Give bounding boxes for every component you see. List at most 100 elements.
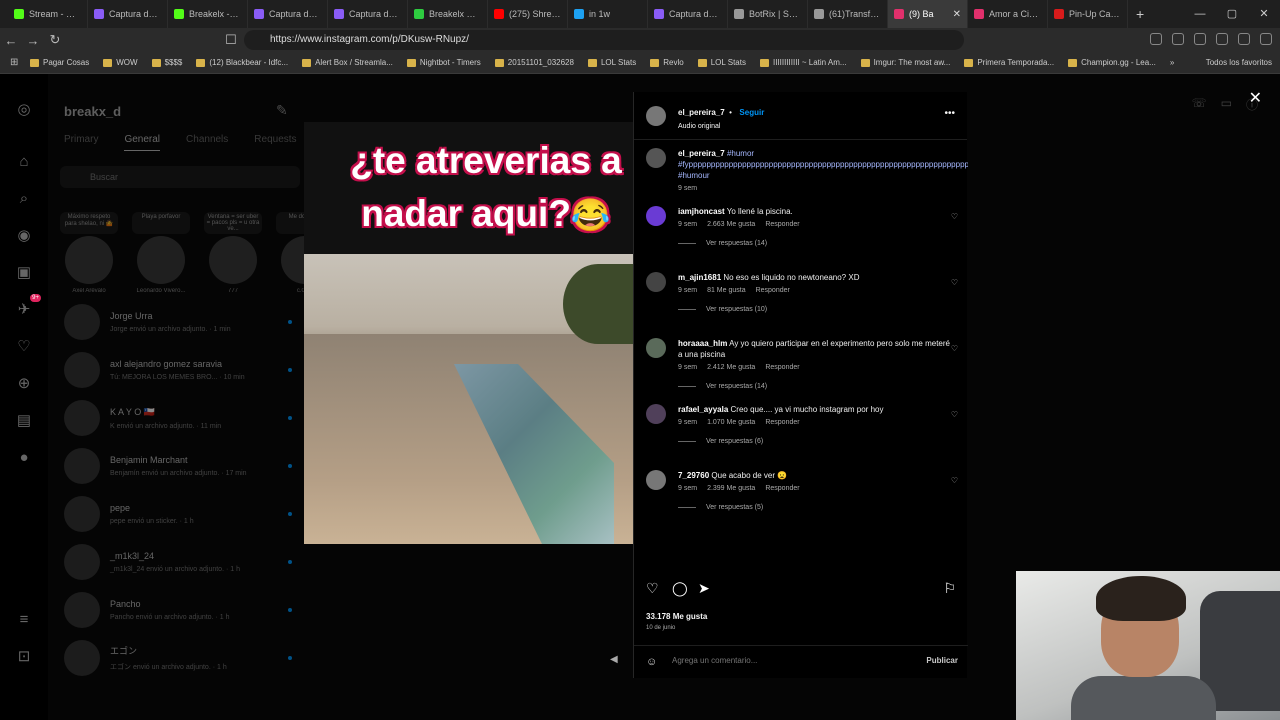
thread-item[interactable]: Benjamin Marchant Benjamín envió un archi… bbox=[48, 442, 304, 490]
view-replies[interactable]: Ver respuestas (10) bbox=[678, 306, 956, 313]
compose-icon[interactable]: ✎ bbox=[276, 102, 288, 119]
close-icon[interactable]: ✕ bbox=[1249, 88, 1262, 108]
thread-item[interactable]: _m1k3l_24 _m1k3l_24 envió un archivo adju… bbox=[48, 538, 304, 586]
apps-icon[interactable]: ⊞ bbox=[10, 57, 18, 68]
share-icon[interactable]: ➤ bbox=[698, 580, 710, 597]
view-replies[interactable]: Ver respuestas (6) bbox=[678, 438, 956, 445]
heart-icon[interactable]: ♡ bbox=[951, 476, 958, 485]
post-video[interactable]: ¿te atreverias a nadar aqui?😂 bbox=[304, 122, 633, 544]
bookmark-item[interactable]: IIIIIIIIIIII ~ Latin Am... bbox=[759, 58, 847, 67]
bookmarks-overflow-button[interactable]: » bbox=[1170, 58, 1174, 67]
view-replies[interactable]: Ver respuestas (5) bbox=[678, 504, 956, 511]
reply-button[interactable]: Responder bbox=[765, 364, 799, 371]
browser-tab[interactable]: (275) Shrek 2 bbox=[488, 0, 568, 28]
minimize-icon[interactable]: — bbox=[1184, 0, 1216, 28]
comment-likes[interactable]: 2.663 Me gusta bbox=[707, 221, 755, 228]
comment-likes[interactable]: 2.412 Me gusta bbox=[707, 364, 755, 371]
heart-icon[interactable]: ♡ bbox=[646, 580, 659, 597]
view-replies[interactable]: Ver respuestas (14) bbox=[678, 240, 956, 247]
like-count[interactable]: 33.178 Me gusta bbox=[646, 612, 707, 621]
follow-button[interactable]: Seguir bbox=[739, 108, 764, 117]
browser-tab[interactable]: Captura de p bbox=[88, 0, 168, 28]
avatar[interactable] bbox=[646, 338, 666, 358]
forward-icon[interactable]: → bbox=[22, 33, 44, 48]
tab-channels[interactable]: Channels bbox=[186, 134, 228, 151]
thread-item[interactable]: pepe pepe envió un sticker. · 1 h bbox=[48, 490, 304, 538]
more-horizontal-icon[interactable]: ••• bbox=[944, 108, 955, 119]
audio-label[interactable]: Audio original bbox=[678, 123, 764, 130]
comment-username[interactable]: 7_29760 bbox=[678, 471, 709, 480]
bookmark-item[interactable]: Champion.gg - Lea... bbox=[1068, 58, 1156, 67]
dm-search-input[interactable]: Buscar bbox=[60, 166, 300, 188]
avatar[interactable] bbox=[646, 206, 666, 226]
view-replies[interactable]: Ver respuestas (14) bbox=[678, 383, 956, 390]
comment-icon[interactable]: ◯ bbox=[672, 580, 688, 597]
reply-button[interactable]: Responder bbox=[765, 485, 799, 492]
messages-icon[interactable]: ✈ 9+ bbox=[13, 294, 41, 320]
browser-tab[interactable]: (61)Transform bbox=[808, 0, 888, 28]
note-item[interactable]: Ventana = ser uber = pacos pls = u otra … bbox=[202, 212, 264, 294]
note-item[interactable]: Máximo respeto para shelao, ni 🤷 Axel Aré… bbox=[58, 212, 120, 294]
extension-icon[interactable] bbox=[1194, 33, 1206, 45]
phone-icon[interactable]: ☏ bbox=[1192, 96, 1207, 113]
all-bookmarks-folder[interactable]: Todos los favoritos bbox=[1206, 58, 1272, 67]
browser-tab[interactable]: (9) Ba ✕ bbox=[888, 0, 968, 28]
tab-primary[interactable]: Primary bbox=[64, 134, 98, 151]
heart-icon[interactable]: ♡ bbox=[951, 212, 958, 221]
bookmark-item[interactable]: Alert Box / Streamla... bbox=[302, 58, 393, 67]
bookmark-item[interactable]: WOW bbox=[103, 58, 138, 67]
bookmark-page-icon[interactable]: ☐ bbox=[220, 32, 242, 48]
bookmark-item[interactable]: Imgur: The most aw... bbox=[860, 58, 950, 67]
more-menu-icon[interactable]: ≡ bbox=[13, 608, 35, 630]
thread-item[interactable]: K A Y O 🇨🇱 K envió un archivo adjunto. · … bbox=[48, 394, 304, 442]
note-item[interactable]: Me don vida c.04... bbox=[274, 212, 304, 294]
comment-likes[interactable]: 1.070 Me gusta bbox=[707, 419, 755, 426]
home-icon[interactable]: ⌂ bbox=[13, 150, 35, 172]
avatar[interactable] bbox=[646, 272, 666, 292]
extension-icon[interactable] bbox=[1150, 33, 1162, 45]
browser-tab[interactable]: Pin-Up Casin bbox=[1048, 0, 1128, 28]
extension-icon[interactable] bbox=[1216, 33, 1228, 45]
search-icon[interactable]: ⌕ bbox=[13, 187, 35, 209]
also-from-meta-icon[interactable]: ⊡ bbox=[13, 645, 35, 667]
heart-icon[interactable]: ♡ bbox=[951, 344, 958, 353]
reels-icon[interactable]: ▣ bbox=[13, 261, 35, 283]
heart-icon[interactable]: ♡ bbox=[951, 410, 958, 419]
back-icon[interactable]: ← bbox=[0, 33, 22, 48]
tab-general[interactable]: General bbox=[124, 134, 161, 151]
extension-icon[interactable] bbox=[1238, 33, 1250, 45]
profile-avatar[interactable]: ● bbox=[13, 446, 35, 468]
comment-likes[interactable]: 2.399 Me gusta bbox=[707, 485, 755, 492]
browser-tab[interactable]: Breakelx Stre bbox=[408, 0, 488, 28]
browser-tab[interactable]: Captura de p bbox=[328, 0, 408, 28]
author-avatar[interactable] bbox=[646, 105, 666, 126]
heart-icon[interactable]: ♡ bbox=[951, 278, 958, 287]
description-username[interactable]: el_pereira_7 bbox=[678, 149, 725, 158]
bookmark-item[interactable]: $$$$ bbox=[151, 58, 182, 67]
reply-button[interactable]: Responder bbox=[765, 221, 799, 228]
extension-icon[interactable] bbox=[1172, 33, 1184, 45]
author-avatar[interactable] bbox=[646, 148, 666, 168]
thread-item[interactable]: Jorge Urra Jorge envió un archivo adjunto… bbox=[48, 298, 304, 346]
close-tab-icon[interactable]: ✕ bbox=[953, 9, 961, 20]
bookmark-icon[interactable]: ⚐ bbox=[943, 580, 956, 597]
explore-icon[interactable]: ◉ bbox=[13, 224, 35, 246]
bookmark-item[interactable]: Revlo bbox=[650, 58, 684, 67]
bookmark-item[interactable]: 20151101_032628 bbox=[494, 58, 574, 67]
comment-username[interactable]: rafael_ayyala bbox=[678, 405, 728, 414]
browser-tab[interactable]: Amor a Ciegas bbox=[968, 0, 1048, 28]
browser-tab[interactable]: in 1w bbox=[568, 0, 648, 28]
reply-button[interactable]: Responder bbox=[765, 419, 799, 426]
video-call-icon[interactable]: ▭ bbox=[1221, 96, 1232, 113]
tab-requests[interactable]: Requests bbox=[254, 134, 296, 151]
maximize-icon[interactable]: ▢ bbox=[1216, 0, 1248, 28]
publish-button[interactable]: Publicar bbox=[926, 656, 958, 665]
thread-item[interactable]: エゴン エゴン envió un archivo adjunto. · 1 h bbox=[48, 634, 304, 682]
instagram-logo-icon[interactable]: ◎ bbox=[13, 98, 35, 120]
comment-likes[interactable]: 81 Me gusta bbox=[707, 287, 746, 294]
comment-username[interactable]: horaaaa_hlm bbox=[678, 339, 727, 348]
avatar[interactable] bbox=[646, 470, 666, 490]
author-username[interactable]: el_pereira_7 bbox=[678, 108, 725, 117]
bookmark-item[interactable]: Pagar Cosas bbox=[30, 58, 89, 67]
reply-button[interactable]: Responder bbox=[756, 287, 790, 294]
